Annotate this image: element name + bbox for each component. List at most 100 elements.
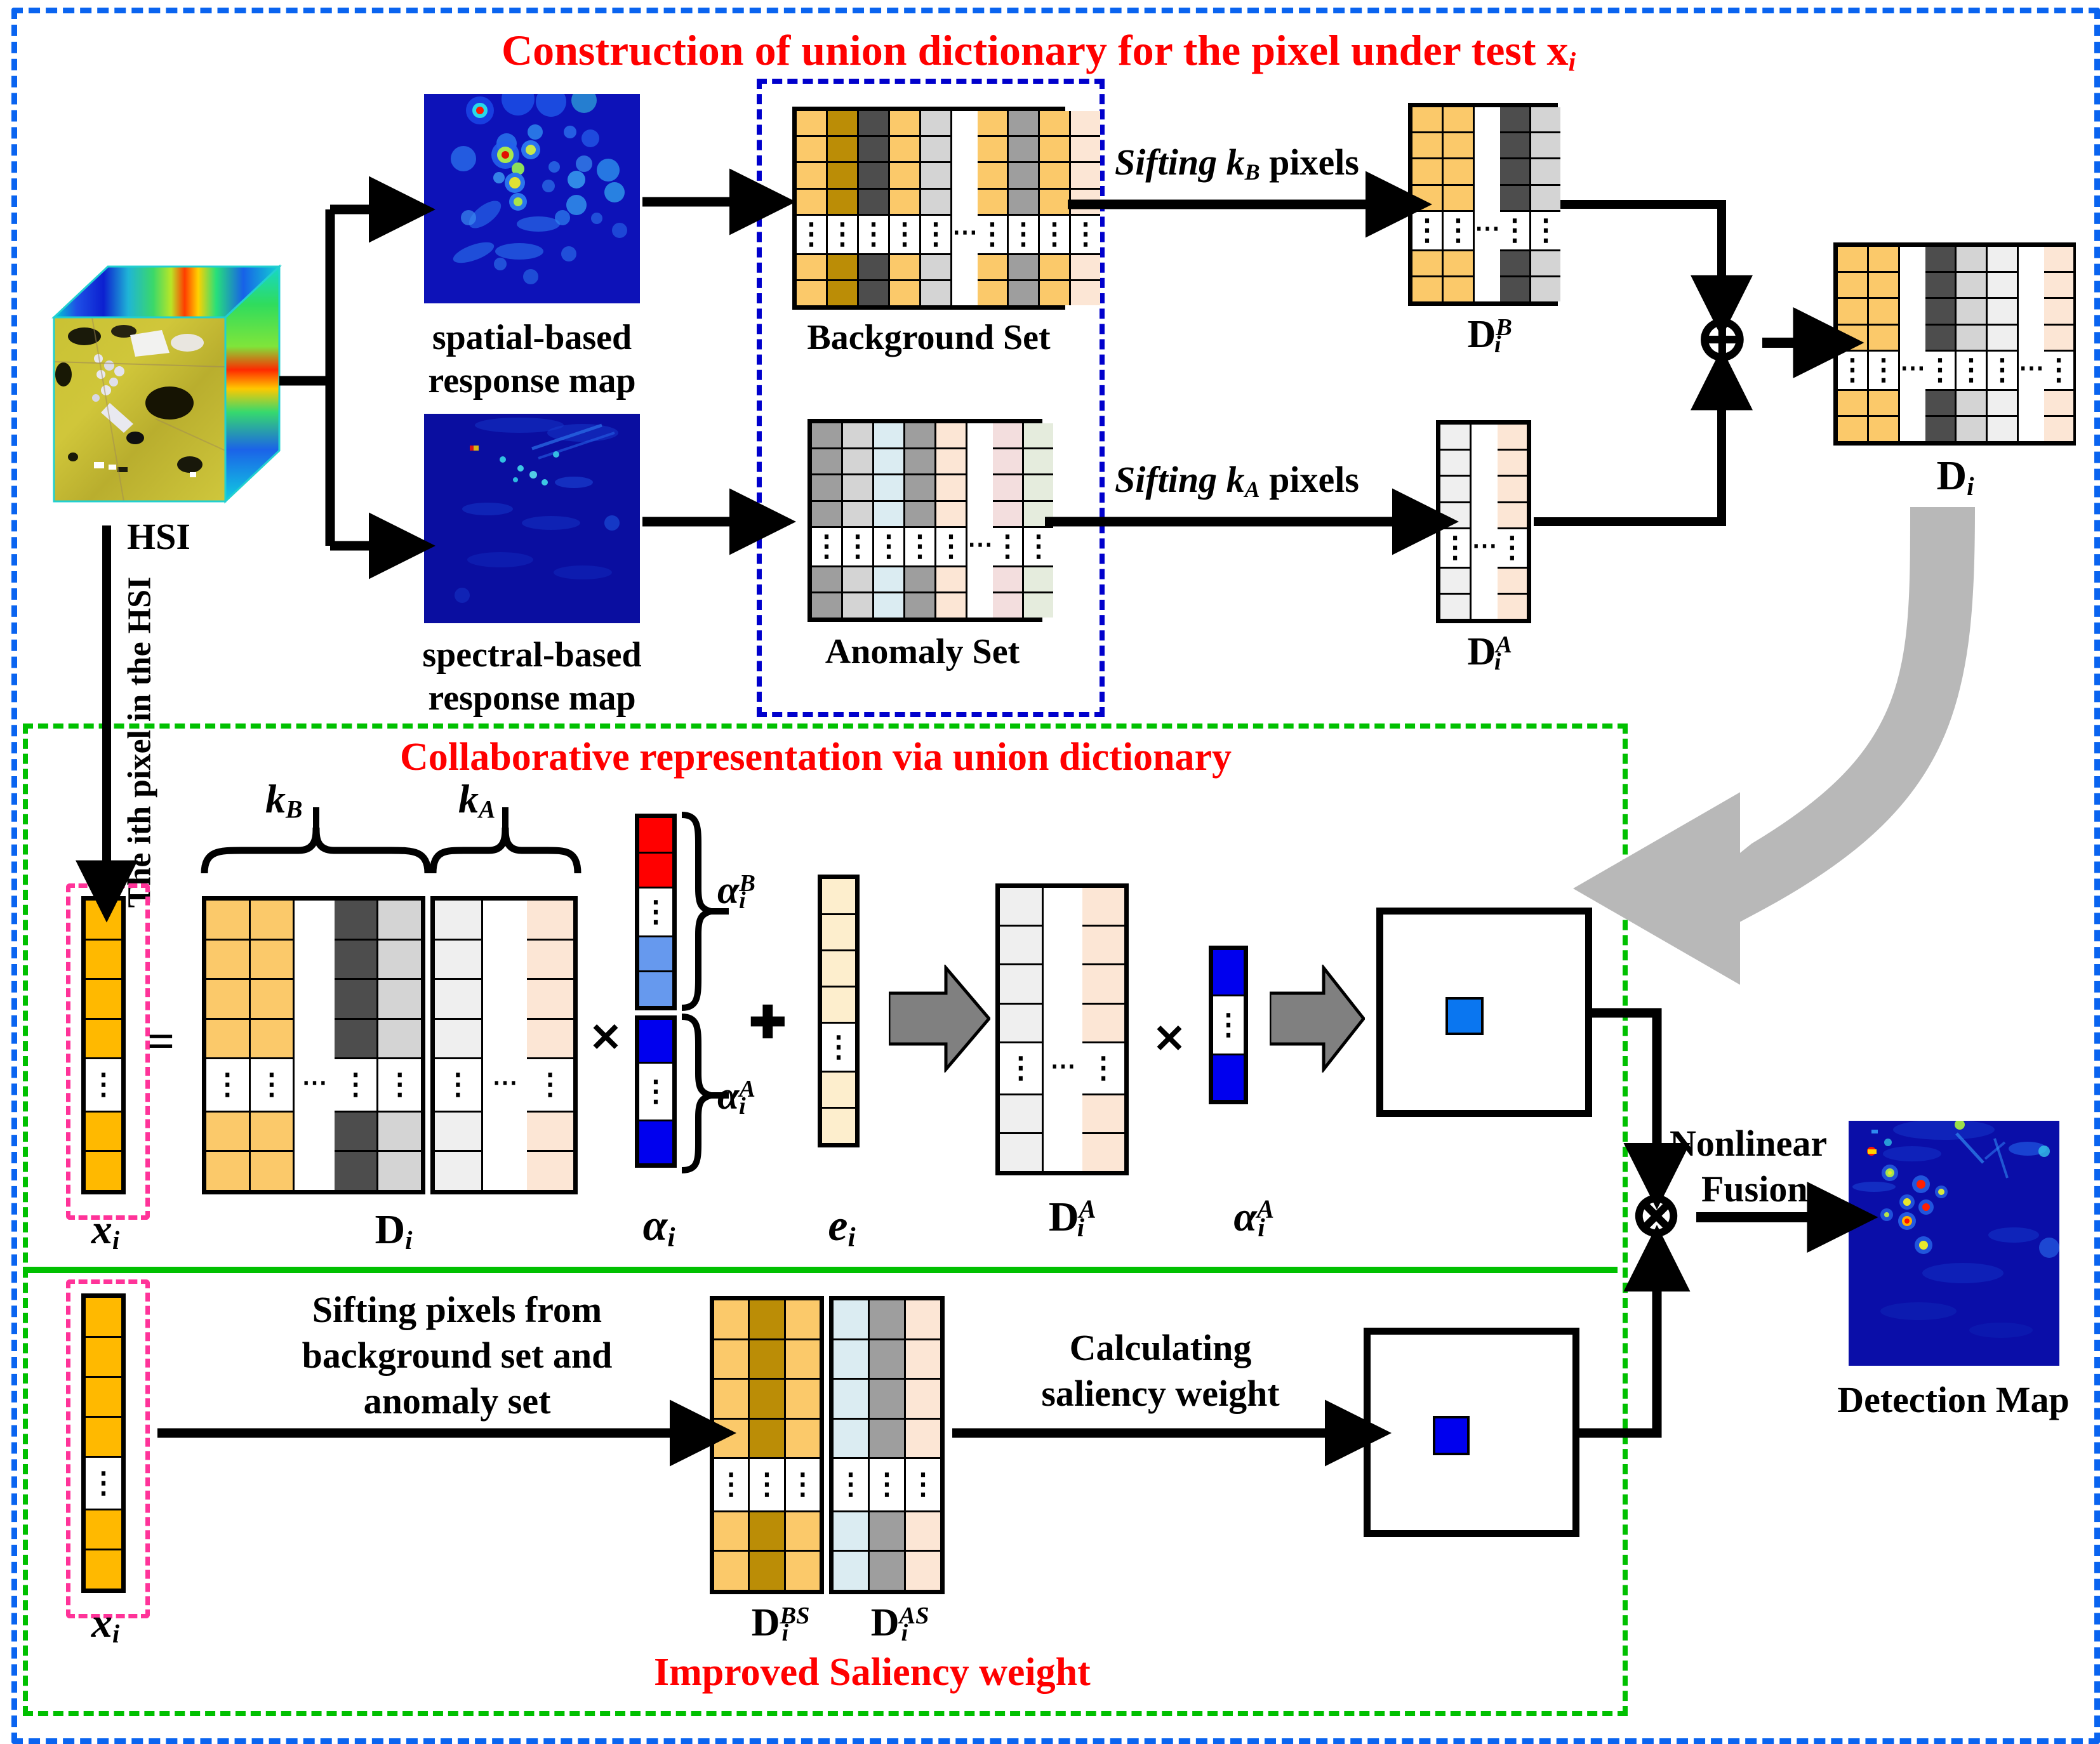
matrix-cell: [435, 1019, 483, 1060]
matrix-column: [1957, 247, 1988, 441]
matrix-cell: [890, 137, 921, 164]
matrix-cell: [206, 1112, 251, 1153]
xi-bot-sub: i: [112, 1620, 120, 1648]
nonlinear-fusion-label-line2: Fusion: [1701, 1168, 1808, 1210]
matrix-cell: [714, 1380, 750, 1420]
matrix-cell: [1869, 299, 1900, 326]
matrix-cell: [870, 1552, 906, 1590]
matrix-cell: [797, 163, 828, 190]
matrix-cell: [828, 189, 859, 216]
matrix-cell: [1957, 273, 1988, 300]
anomaly-set-matrix: [807, 419, 1053, 622]
matrix-column: [527, 901, 574, 1190]
matrix-cell: [295, 937, 335, 975]
matrix-cell: [750, 1552, 786, 1590]
matrix-cell: [2044, 247, 2073, 274]
matrix-cell: [834, 1552, 870, 1590]
construction-title-text: Construction of union dictionary for the…: [502, 26, 1569, 74]
xi-top-text: x: [91, 1206, 112, 1253]
matrix-cell: [906, 1419, 940, 1460]
matrix-cell: [952, 182, 978, 205]
matrix-cell: [906, 1512, 940, 1552]
nonlinear-fusion-label-line1: Nonlinear: [1670, 1123, 1828, 1164]
alpha-ia2-text: α: [1233, 1194, 1257, 1240]
sifting-pixels-label-line2: background set and: [302, 1335, 613, 1376]
dibs-text: D: [751, 1601, 780, 1644]
matrix-cell: [797, 215, 828, 255]
vector-cell: [1213, 1055, 1244, 1100]
vector-column: [86, 1298, 121, 1589]
matrix-cell: [1071, 111, 1100, 138]
vector-cell: [86, 1112, 121, 1153]
matrix-cell: [1024, 423, 1053, 450]
matrix-cell: [1475, 178, 1500, 201]
vector-cell: [639, 1121, 672, 1163]
matrix-cell: [890, 163, 921, 190]
matrix-cell: [906, 1340, 940, 1380]
matrix-cell: [1043, 888, 1083, 924]
matrix-cell: [1040, 281, 1071, 305]
matrix-cell: [859, 163, 890, 190]
matrix-cell: [1040, 189, 1071, 216]
matrix-cell: [1869, 325, 1900, 352]
xi-bot-text: x: [91, 1600, 112, 1646]
matrix-column: [250, 901, 295, 1190]
matrix-cell: [435, 940, 483, 981]
matrix-cell: [834, 1512, 870, 1552]
matrix-cell: [921, 111, 952, 138]
matrix-column: [890, 111, 921, 305]
alpha-i-text: α: [642, 1201, 668, 1250]
matrix-cell: [1440, 477, 1472, 503]
matrix-cell: [1000, 1004, 1044, 1043]
matrix-column: [1082, 888, 1124, 1171]
matrix-cell: [527, 1152, 574, 1190]
matrix-column: [828, 111, 859, 305]
matrix-cell: [1925, 299, 1957, 326]
matrix-cell: [1900, 418, 1925, 441]
matrix-cell: [1838, 273, 1869, 300]
dictionary-anomaly-matrix-mid: [995, 883, 1129, 1175]
matrix-cell: [1531, 277, 1560, 301]
matrix-column: [906, 1300, 940, 1590]
sifting-pixels-label-line3: anomaly set: [363, 1380, 551, 1422]
matrix-cell: [1900, 394, 1925, 418]
matrix-cell: [952, 135, 978, 158]
matrix-cell: [952, 282, 978, 305]
matrix-cell: [1071, 189, 1100, 216]
matrix-cell: [1043, 924, 1083, 960]
matrix-cell: [2044, 325, 2073, 352]
alpha-iA-label: αAi: [717, 1074, 755, 1120]
dia-sub: i: [1494, 649, 1501, 676]
saliency-weight-box: [1364, 1328, 1579, 1537]
matrix-cell: [1497, 503, 1527, 529]
matrix-cell: [906, 1459, 940, 1512]
matrix-cell: [1444, 185, 1475, 212]
matrix-cell: [378, 1019, 422, 1060]
dia-text: D: [1467, 630, 1496, 673]
matrix-cell: [834, 1380, 870, 1420]
matrix-cell: [967, 423, 993, 447]
matrix-column: [1500, 107, 1531, 301]
matrix-cell: [1988, 247, 2019, 274]
matrix-cell: [1472, 519, 1498, 572]
matrix-column: [843, 423, 874, 618]
matrix-cell: [978, 215, 1009, 255]
sifting-ka-tail: pixels: [1259, 459, 1359, 500]
vector-cell: [1213, 950, 1244, 996]
otimes-operator: ⊗: [1628, 1177, 1685, 1252]
sifting-pixels-label-line1: Sifting pixels from: [312, 1289, 602, 1330]
matrix-cell: [812, 501, 843, 528]
matrix-column: [1009, 111, 1040, 305]
matrix-cell: [936, 475, 967, 502]
matrix-cell: [1043, 1033, 1083, 1099]
dictionary-background-label: DBi: [1383, 312, 1586, 359]
matrix-cell: [1988, 325, 2019, 352]
matrix-column: [714, 1300, 750, 1590]
matrix-cell: [1009, 215, 1040, 255]
matrix-cell: [993, 475, 1024, 502]
matrix-cell: [1475, 201, 1500, 254]
matrix-cell: [2044, 299, 2073, 326]
saliency-background-dictionary: [710, 1296, 824, 1594]
matrix-cell: [936, 501, 967, 528]
matrix-cell: [250, 980, 295, 1020]
